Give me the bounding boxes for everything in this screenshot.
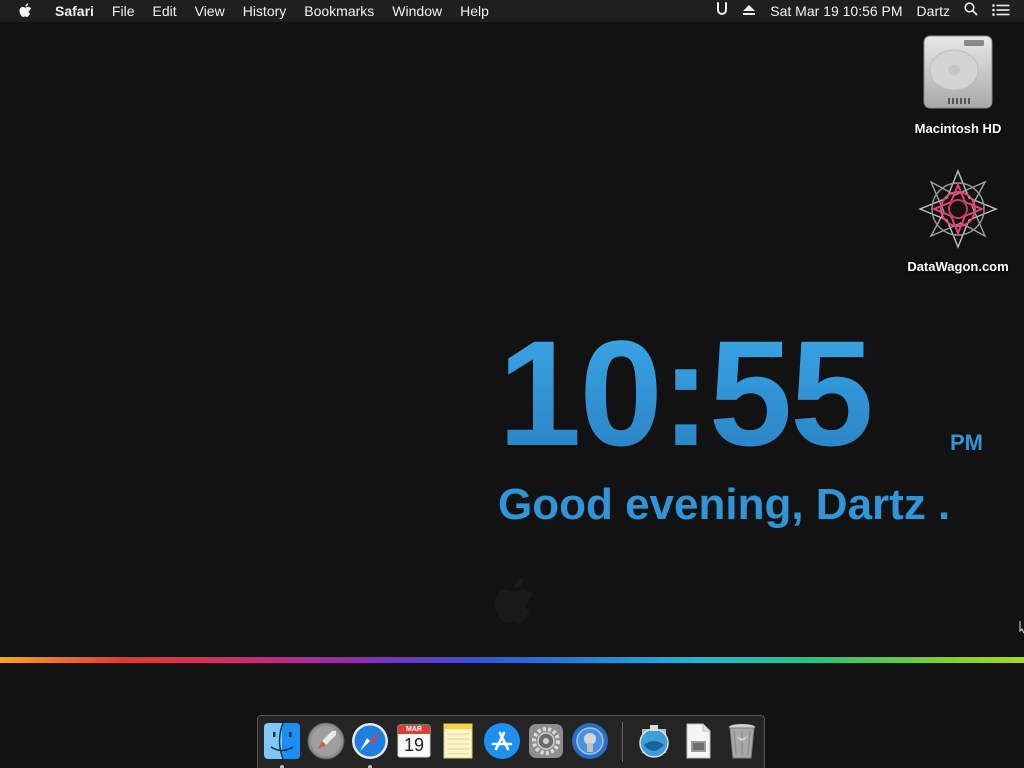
menu-edit[interactable]: Edit xyxy=(143,0,185,22)
safari-icon xyxy=(350,721,390,766)
menu-window[interactable]: Window xyxy=(383,0,451,22)
calendar-icon: MAR 19 xyxy=(394,721,434,761)
calendar-day: 19 xyxy=(403,735,425,755)
dock-document[interactable] xyxy=(678,721,718,761)
accessibility-icon[interactable] xyxy=(709,0,735,22)
dock-separator xyxy=(622,722,623,762)
dock: MAR 19 xyxy=(257,715,765,768)
apple-logo-icon xyxy=(490,574,536,637)
dock-calendar[interactable]: MAR 19 xyxy=(394,721,434,761)
dock-system-preferences[interactable] xyxy=(526,721,566,761)
desktop: Safari File Edit View History Bookmarks … xyxy=(0,0,1024,768)
dock-app-store[interactable] xyxy=(482,721,522,761)
notes-icon xyxy=(438,721,478,766)
apple-menu-icon[interactable] xyxy=(0,3,46,19)
menu-bookmarks[interactable]: Bookmarks xyxy=(295,0,383,22)
utility-icon xyxy=(570,721,610,766)
trash-icon xyxy=(722,721,762,766)
spotlight-icon[interactable] xyxy=(957,0,985,22)
menu-bar: Safari File Edit View History Bookmarks … xyxy=(0,0,1024,22)
status-area: Sat Mar 19 10:56 PM Dartz xyxy=(709,0,1024,22)
menu-app-name[interactable]: Safari xyxy=(46,0,103,22)
datawagon-logo-icon xyxy=(898,168,1018,255)
downloads-stack-icon xyxy=(634,721,674,766)
menu-help[interactable]: Help xyxy=(451,0,498,22)
gear-icon xyxy=(526,721,566,766)
menu-history[interactable]: History xyxy=(234,0,296,22)
menu-file[interactable]: File xyxy=(103,0,144,22)
dock-finder[interactable] xyxy=(262,721,302,768)
document-icon xyxy=(678,721,718,766)
launchpad-icon xyxy=(306,721,346,766)
dock-safari[interactable] xyxy=(350,721,390,768)
desktop-icon-datawagon[interactable]: DataWagon.com xyxy=(898,168,1018,274)
dock-launchpad[interactable] xyxy=(306,721,346,761)
notification-center-icon[interactable] xyxy=(985,0,1024,22)
desktop-icon-label: DataWagon.com xyxy=(907,259,1009,274)
dock-downloads[interactable] xyxy=(634,721,674,761)
clock-time: 10:55 xyxy=(498,318,938,468)
eject-icon[interactable] xyxy=(735,0,763,22)
calendar-month: MAR xyxy=(406,726,422,733)
desktop-icon-macintosh-hd[interactable]: Macintosh HD xyxy=(898,32,1018,136)
clock-ampm: PM xyxy=(950,430,983,455)
dock-trash[interactable] xyxy=(722,721,762,761)
menu-clock[interactable]: Sat Mar 19 10:56 PM xyxy=(763,0,909,22)
dock-notes[interactable] xyxy=(438,721,478,761)
greeting-text: Good evening, Dartz . xyxy=(498,480,951,529)
mouse-pointer-icon xyxy=(1019,620,1024,639)
rainbow-bar xyxy=(0,657,1024,663)
finder-icon xyxy=(262,721,302,766)
app-store-icon xyxy=(482,721,522,766)
menu-user[interactable]: Dartz xyxy=(910,0,957,22)
dock-utility[interactable] xyxy=(570,721,610,761)
menu-view[interactable]: View xyxy=(186,0,234,22)
desktop-icon-label: Macintosh HD xyxy=(914,121,1002,136)
hard-drive-icon xyxy=(898,32,1018,117)
